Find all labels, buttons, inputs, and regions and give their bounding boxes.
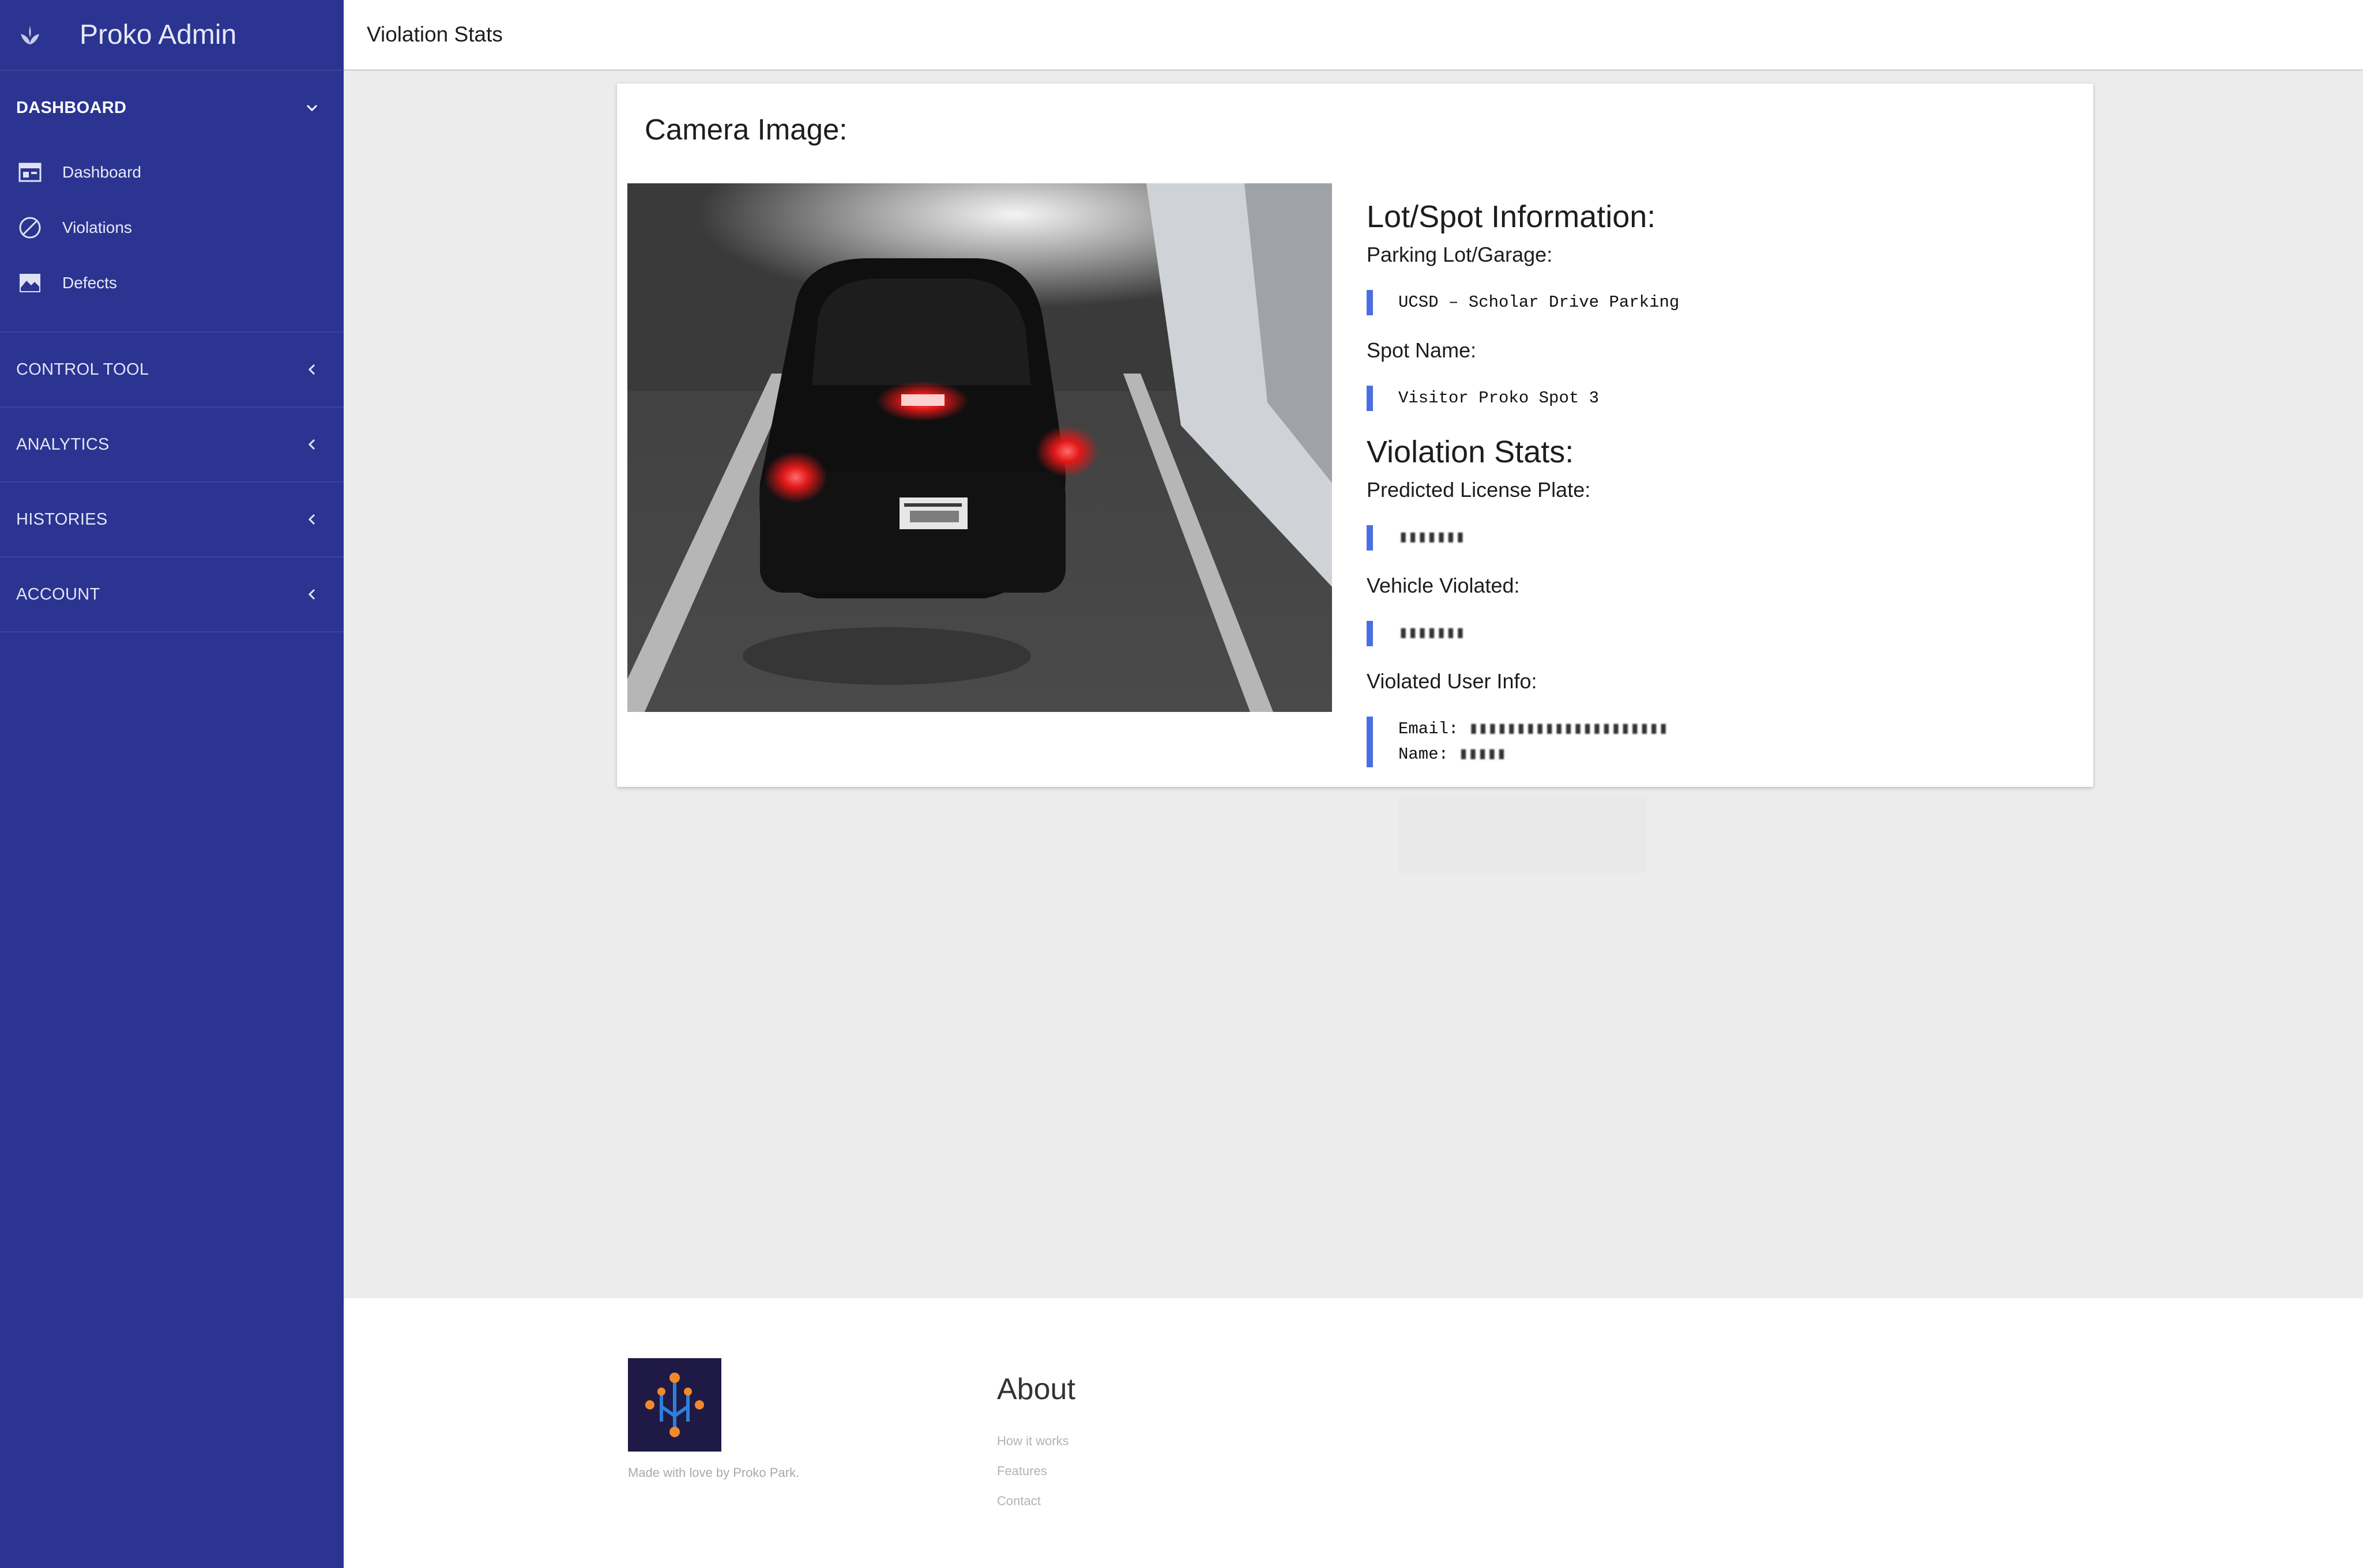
violated-user-value: Email: ▮▮▮▮▮▮▮▮▮▮▮▮▮▮▮▮▮▮▮▮▮ Name: ▮▮▮▮▮ (1367, 717, 2001, 767)
link-contact[interactable]: Contact (997, 1486, 1069, 1516)
chevron-left-icon (303, 361, 321, 378)
parking-lot-label: Parking Lot/Garage: (1367, 243, 1553, 266)
redacted-vehicle: ▮▮▮▮▮▮▮ (1398, 624, 1465, 643)
section-label: HISTORIES (16, 510, 108, 529)
chevron-left-icon (303, 436, 321, 453)
proko-logo-icon (628, 1358, 721, 1452)
license-plate-label: Predicted License Plate: (1367, 478, 1591, 502)
camera-image-heading: Camera Image: (645, 113, 848, 146)
footer: Made with love by Proko Park. About How … (344, 1298, 2363, 1568)
page-title: Violation Stats (367, 22, 503, 46)
dashboard-icon (17, 160, 43, 185)
section-dashboard-label: DASHBOARD (16, 98, 127, 117)
section-control-tool: CONTROL TOOL (0, 333, 344, 408)
image-icon (17, 270, 43, 296)
lot-spot-heading: Lot/Spot Information: (1367, 199, 1656, 234)
section-dashboard: DASHBOARD Dashboard Violations Defects (0, 71, 344, 333)
sidebar-item-label: Dashboard (62, 163, 141, 181)
topbar: Violation Stats (344, 0, 2363, 71)
violated-user-label: Violated User Info: (1367, 669, 1537, 693)
made-with-love-text: Made with love by Proko Park. (628, 1465, 800, 1480)
sidebar-item-violations[interactable]: Violations (0, 200, 344, 255)
redacted-name: ▮▮▮▮▮ (1458, 745, 1506, 764)
leaf-logo-icon (16, 21, 44, 49)
faint-placeholder (1398, 796, 1646, 873)
app-title: Proko Admin (80, 20, 237, 50)
info-panel: Lot/Spot Information: Parking Lot/Garage… (1367, 199, 2001, 790)
section-analytics: ANALYTICS (0, 408, 344, 483)
section-dashboard-toggle[interactable]: DASHBOARD (0, 71, 344, 145)
redacted-plate: ▮▮▮▮▮▮▮ (1398, 528, 1465, 547)
redacted-email: ▮▮▮▮▮▮▮▮▮▮▮▮▮▮▮▮▮▮▮▮▮ (1468, 719, 1669, 738)
vehicle-violated-value: ▮▮▮▮▮▮▮ (1367, 621, 2001, 646)
violation-card: Camera Image: Lot/Spot Information: Park… (617, 84, 2093, 787)
sidebar-item-dashboard[interactable]: Dashboard (0, 145, 344, 200)
section-label: ACCOUNT (16, 585, 100, 604)
spot-name-value: Visitor Proko Spot 3 (1367, 386, 2001, 411)
chevron-down-icon (303, 99, 321, 116)
link-features[interactable]: Features (997, 1456, 1069, 1486)
section-account-toggle[interactable]: ACCOUNT (0, 557, 344, 631)
about-links: How it works Features Contact (997, 1426, 1069, 1516)
camera-image (627, 183, 1332, 712)
email-label: Email: (1398, 719, 1459, 738)
link-how-it-works[interactable]: How it works (997, 1426, 1069, 1456)
vehicle-violated-label: Vehicle Violated: (1367, 574, 1520, 597)
prohibited-icon (17, 215, 43, 240)
spot-name-label: Spot Name: (1367, 338, 1477, 362)
section-analytics-toggle[interactable]: ANALYTICS (0, 408, 344, 481)
sidebar: Proko Admin DASHBOARD Dashboard Violatio… (0, 0, 344, 1568)
about-heading: About (997, 1373, 1075, 1406)
section-account: ACCOUNT (0, 557, 344, 632)
brand[interactable]: Proko Admin (0, 0, 344, 71)
parking-lot-value: UCSD – Scholar Drive Parking (1367, 290, 2001, 315)
violation-stats-heading: Violation Stats: (1367, 435, 1574, 469)
section-label: CONTROL TOOL (16, 360, 149, 379)
sidebar-item-label: Violations (62, 218, 132, 236)
section-label: ANALYTICS (16, 435, 110, 454)
sidebar-item-defects[interactable]: Defects (0, 255, 344, 311)
section-histories: HISTORIES (0, 483, 344, 557)
chevron-left-icon (303, 586, 321, 603)
section-control-tool-toggle[interactable]: CONTROL TOOL (0, 333, 344, 406)
name-label: Name: (1398, 745, 1449, 764)
section-histories-toggle[interactable]: HISTORIES (0, 483, 344, 556)
sidebar-item-label: Defects (62, 274, 117, 292)
license-plate-value: ▮▮▮▮▮▮▮ (1367, 525, 2001, 551)
chevron-left-icon (303, 511, 321, 528)
